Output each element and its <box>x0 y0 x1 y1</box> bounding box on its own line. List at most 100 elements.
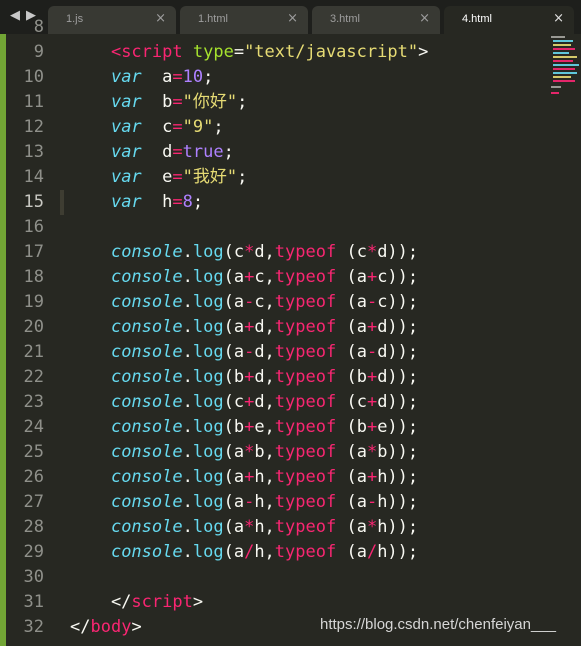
code-line[interactable]: <script type="text/javascript"> <box>70 40 581 65</box>
line-number-gutter: 8 9 10 11 12 13 14 15 16 17 18 19 20 21 22 23 24 25 26 27 28… <box>0 17 60 646</box>
code-line[interactable]: console.log(a+h,typeof (a+h)); <box>70 465 581 490</box>
code-line[interactable]: var d=true; <box>70 140 581 165</box>
code-line[interactable]: console.log(a-h,typeof (a-h)); <box>70 490 581 515</box>
code-token-op: + <box>366 267 378 287</box>
code-line[interactable]: console.log(b+d,typeof (b+d)); <box>70 365 581 390</box>
code-token-plain: d, <box>254 367 275 387</box>
code-token-plain: (a <box>336 342 367 362</box>
code-token-plain: (a <box>223 542 245 562</box>
code-token-op: typeof <box>274 417 337 437</box>
code-token-plain: c, <box>254 267 275 287</box>
code-token-plain: (a <box>336 317 367 337</box>
code-token-plain: a <box>141 67 173 87</box>
code-line[interactable]: var h=8; <box>70 190 581 215</box>
code-line[interactable]: var e="我好"; <box>70 165 581 190</box>
code-token-obj: console <box>110 367 183 387</box>
code-line[interactable]: </script> <box>70 590 581 615</box>
tab-label: 3.html <box>330 13 360 25</box>
code-token-op: typeof <box>274 492 337 512</box>
code-token-op: - <box>244 342 255 362</box>
tab-bar: ◀ ▶ 1.js × 1.html × 3.html × 4.html × <box>0 0 581 34</box>
code-token-fn: log <box>192 342 224 362</box>
code-token-op: typeof <box>274 392 337 412</box>
code-token-op: + <box>244 392 255 412</box>
tab-1-html[interactable]: 1.html × <box>180 6 308 34</box>
close-tab-icon[interactable]: × <box>419 11 430 26</box>
minimap[interactable] <box>549 34 581 104</box>
code-line[interactable]: console.log(b+e,typeof (b+e)); <box>70 415 581 440</box>
code-token-fn: log <box>192 242 224 262</box>
code-line[interactable]: console.log(a/h,typeof (a/h)); <box>70 540 581 565</box>
tab-4-html[interactable]: 4.html × <box>444 6 574 34</box>
code-token-op: + <box>244 467 255 487</box>
code-token-plain: (a <box>336 292 367 312</box>
code-token-kw: var <box>110 142 142 162</box>
close-tab-icon[interactable]: × <box>553 11 564 26</box>
code-token-plain: (a <box>336 542 367 562</box>
close-tab-icon[interactable]: × <box>287 11 298 26</box>
code-token-tag: <script <box>110 42 183 62</box>
code-token-plain: ; <box>192 192 204 212</box>
code-line[interactable]: console.log(c*d,typeof (c*d)); <box>70 240 581 265</box>
code-token-plain: (a <box>223 517 245 537</box>
code-token-plain: b)); <box>377 442 419 462</box>
code-line[interactable]: var b="你好"; <box>70 90 581 115</box>
code-token-plain: . <box>182 542 193 562</box>
code-token-op: * <box>366 442 378 462</box>
code-token-op: + <box>366 317 378 337</box>
code-editor[interactable]: <script type="text/javascript"> var a=10… <box>60 34 581 646</box>
line-number: 18 <box>23 267 44 287</box>
code-token-plain: (b <box>336 367 367 387</box>
code-token-plain: . <box>182 267 193 287</box>
code-token-plain: ; <box>213 117 224 137</box>
code-line[interactable]: console.log(a+d,typeof (a+d)); <box>70 315 581 340</box>
code-token-obj: console <box>110 517 183 537</box>
code-line[interactable]: console.log(a*h,typeof (a*h)); <box>70 515 581 540</box>
code-token-plain: h)); <box>377 517 419 537</box>
code-token-attr: type <box>192 42 234 62</box>
code-token-op: + <box>366 392 378 412</box>
code-line[interactable]: console.log(a-d,typeof (a-d)); <box>70 340 581 365</box>
line-number: 29 <box>23 542 44 562</box>
current-line-highlight <box>60 190 64 215</box>
code-line[interactable] <box>70 565 581 590</box>
code-token-fn: log <box>192 467 224 487</box>
code-token-plain: . <box>182 242 193 262</box>
code-token-plain: (a <box>223 342 245 362</box>
tab-1-js[interactable]: 1.js × <box>48 6 176 34</box>
tab-3-html[interactable]: 3.html × <box>312 6 440 34</box>
code-token-plain: (a <box>223 292 245 312</box>
code-token-plain: d)); <box>377 317 419 337</box>
line-number: 31 <box>23 592 44 612</box>
code-token-plain: (a <box>223 317 245 337</box>
code-token-op: typeof <box>274 517 337 537</box>
code-line[interactable]: console.log(a-c,typeof (a-c)); <box>70 290 581 315</box>
code-token-plain: = <box>233 42 245 62</box>
code-token-plain: (b <box>336 417 367 437</box>
code-line[interactable]: console.log(a+c,typeof (a+c)); <box>70 265 581 290</box>
code-token-plain: . <box>182 367 193 387</box>
code-token-op: = <box>172 142 183 162</box>
code-token-plain: d)); <box>377 242 419 262</box>
code-token-op: typeof <box>274 442 337 462</box>
code-line[interactable]: console.log(c+d,typeof (c+d)); <box>70 390 581 415</box>
code-token-op: typeof <box>274 267 337 287</box>
code-token-plain: (b <box>223 367 245 387</box>
code-token-plain: h)); <box>377 492 419 512</box>
close-tab-icon[interactable]: × <box>155 11 166 26</box>
code-line[interactable]: var c="9"; <box>70 115 581 140</box>
code-token-op: / <box>366 542 378 562</box>
line-number: 20 <box>23 317 44 337</box>
code-token-kw: var <box>110 92 142 112</box>
code-line[interactable]: var a=10; <box>70 65 581 90</box>
line-number: 19 <box>23 292 44 312</box>
code-line[interactable]: console.log(a*b,typeof (a*b)); <box>70 440 581 465</box>
code-line[interactable] <box>70 215 581 240</box>
code-token-op: = <box>172 117 183 137</box>
code-token-plain: b <box>141 92 173 112</box>
code-token-plain: (c <box>223 392 245 412</box>
